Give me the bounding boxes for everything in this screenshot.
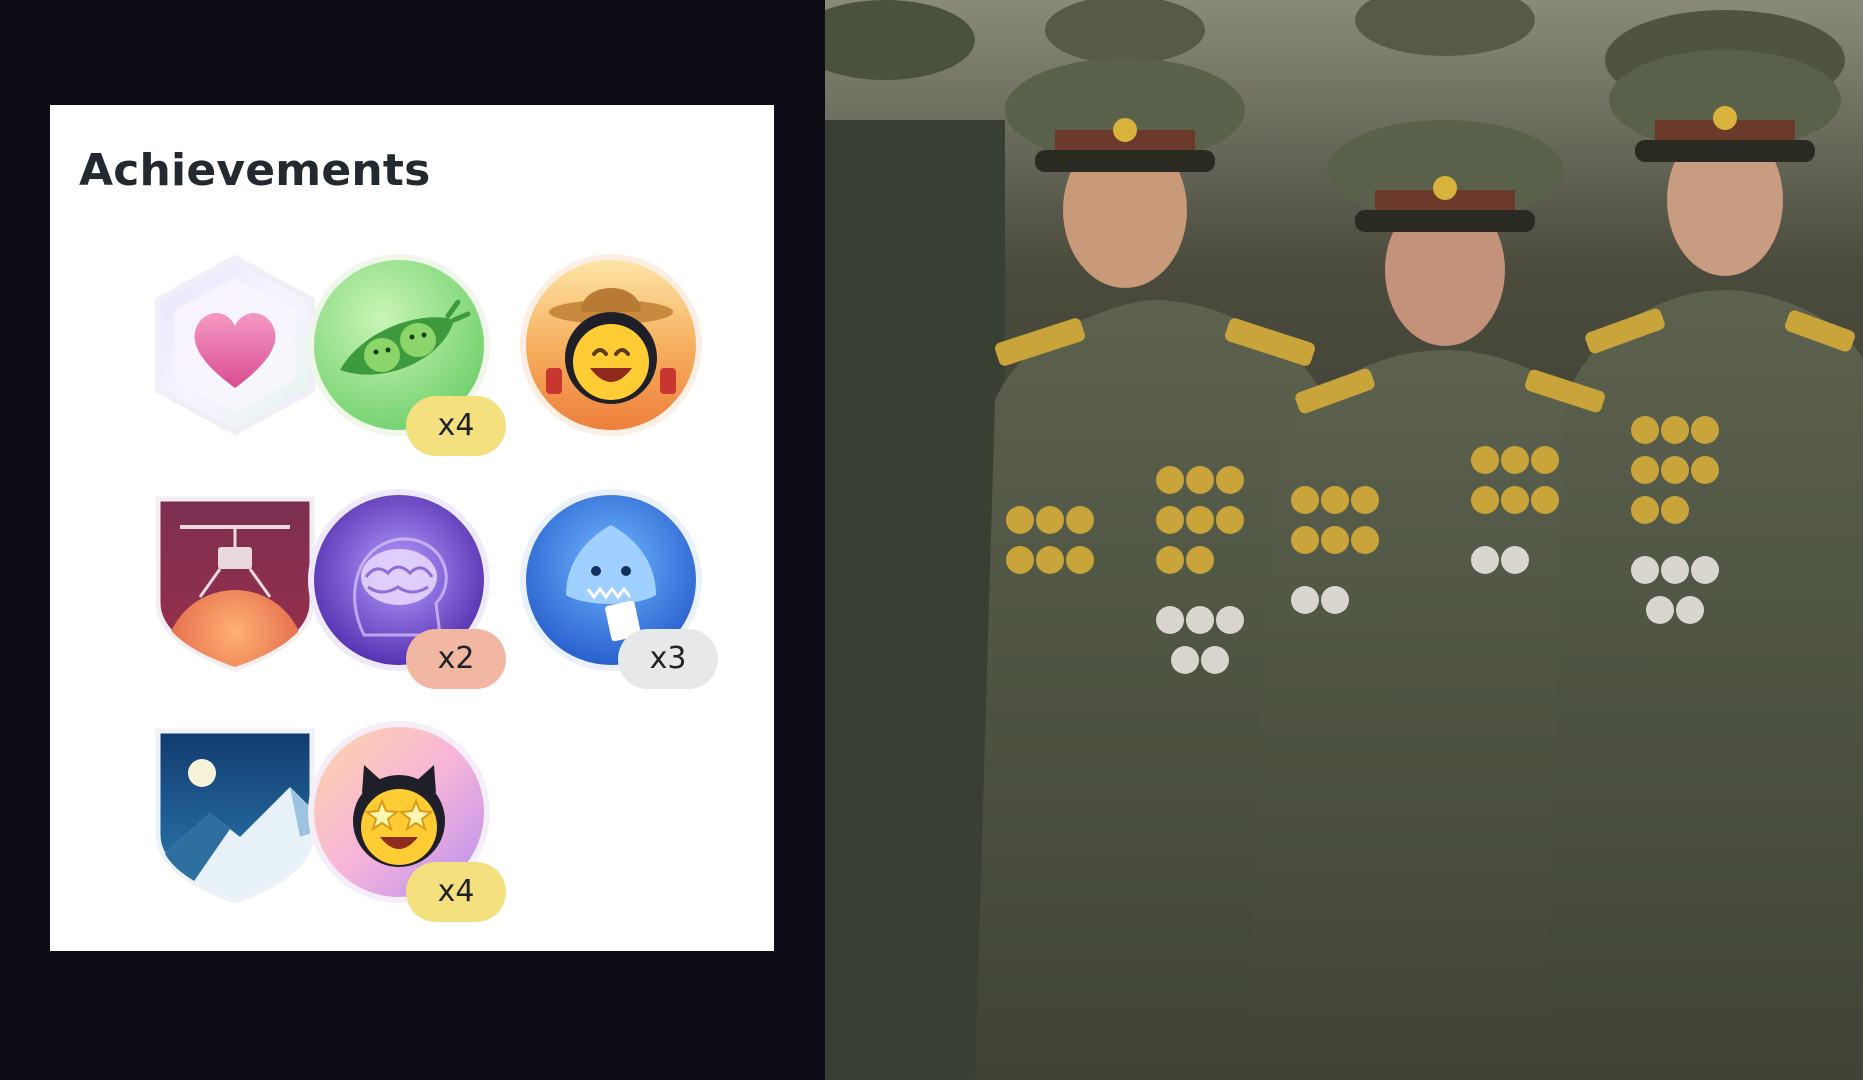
screen: Achievements x4 x2 x3 x4 xyxy=(0,0,1863,1080)
badge-count-pair-extraordinaire: x4 xyxy=(406,396,506,456)
badge-yolo[interactable] xyxy=(516,250,706,440)
military-officers-photo xyxy=(825,0,1863,1080)
badge-count-pull-shark: x3 xyxy=(618,629,718,689)
helicopter-mars-icon xyxy=(155,496,315,672)
heart-icon xyxy=(155,254,315,436)
mountain-moon-icon xyxy=(155,728,315,904)
badge-heart-on-sleeve[interactable] xyxy=(140,250,330,440)
badge-mars-2020-contributor[interactable] xyxy=(140,485,330,675)
badge-arctic-code-vault[interactable] xyxy=(140,717,330,907)
badge-count-galaxy-brain: x2 xyxy=(406,629,506,689)
photo-illustration xyxy=(825,0,1863,1080)
cowboy-octocat-icon xyxy=(520,254,702,436)
achievements-card: Achievements x4 x2 x3 x4 xyxy=(50,105,774,951)
left-panel: Achievements x4 x2 x3 x4 xyxy=(0,0,825,1080)
badge-count-starstruck: x4 xyxy=(406,862,506,922)
achievements-title: Achievements xyxy=(79,145,431,196)
